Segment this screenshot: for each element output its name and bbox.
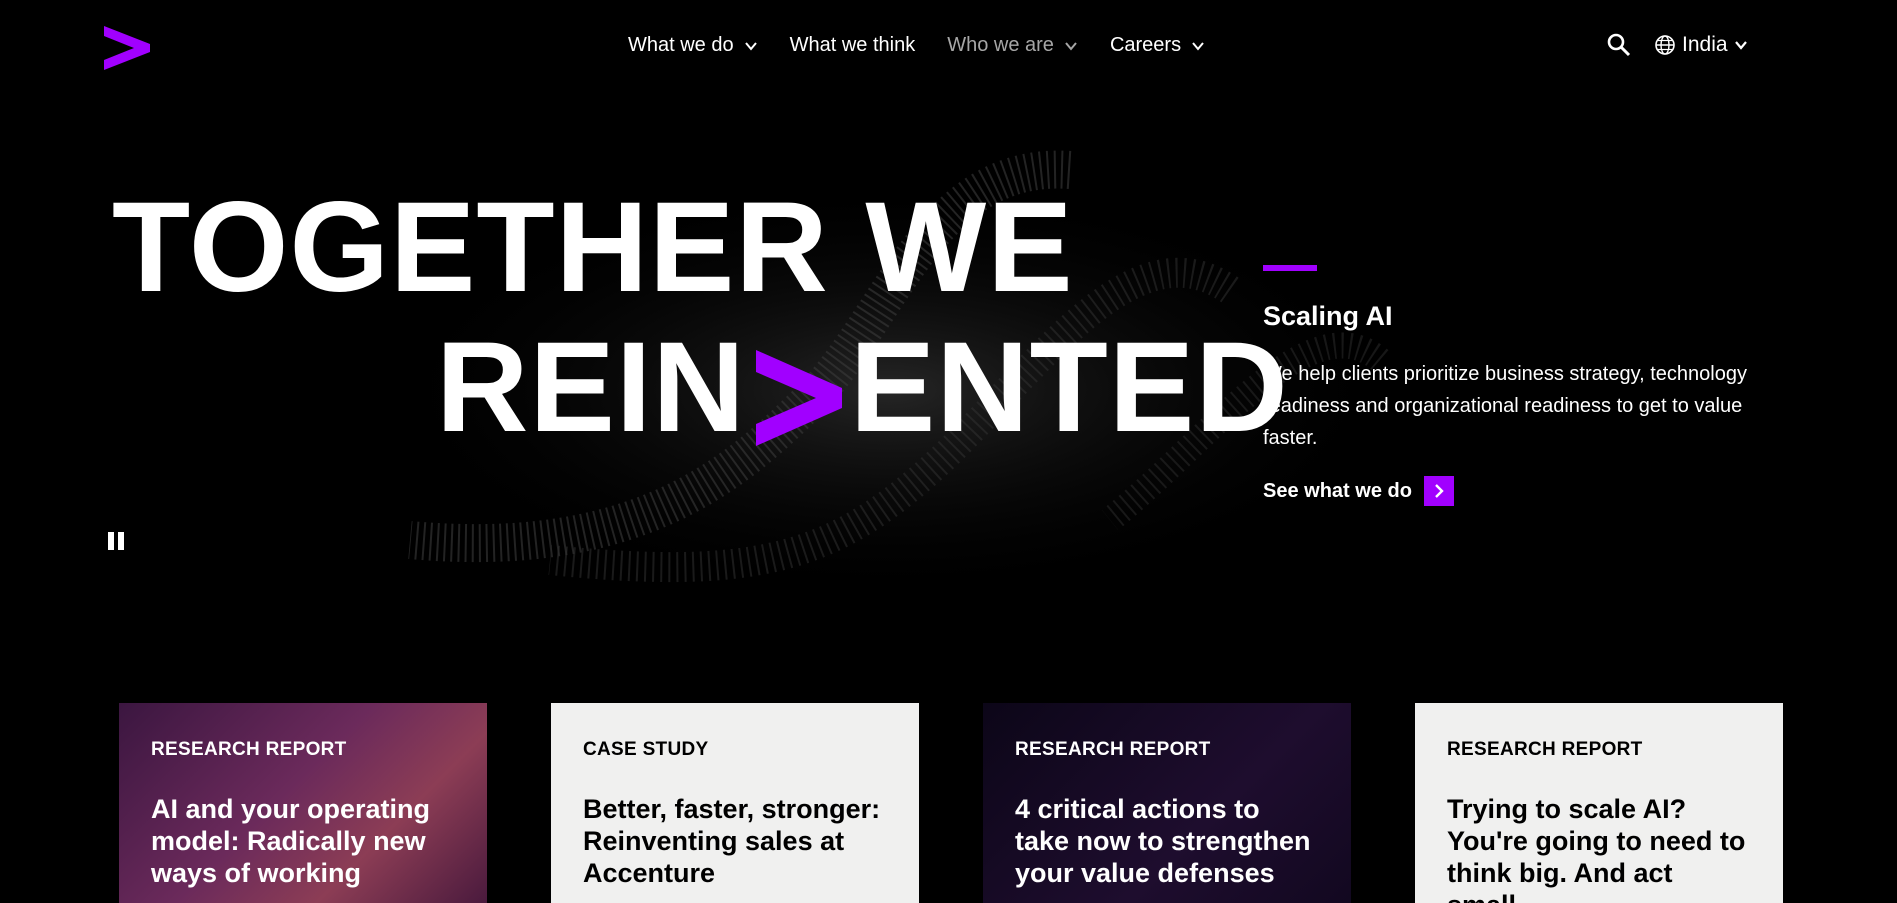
chevron-down-icon (1192, 41, 1204, 51)
card-tag: RESEARCH REPORT (1015, 739, 1211, 760)
pause-icon-bar (118, 532, 124, 550)
cta-label: See what we do (1263, 479, 1412, 502)
accenture-logo[interactable] (104, 26, 150, 70)
nav-item-what-we-do[interactable]: What we do (628, 34, 758, 57)
nav-item-who-we-are[interactable]: Who we are (947, 34, 1078, 57)
card-title: Trying to scale AI? You're going to need… (1447, 794, 1746, 903)
locale-label: India (1682, 33, 1728, 56)
feature-description: We help clients prioritize business stra… (1263, 363, 1747, 449)
card-title: 4 critical actions to take now to streng… (1015, 794, 1311, 888)
feature-title: Scaling AI (1263, 301, 1393, 331)
hero-feature: Scaling AI We help clients prioritize bu… (1263, 265, 1783, 506)
globe-icon (1655, 35, 1675, 55)
nav-item-label: What we think (789, 34, 916, 56)
chevron-down-icon (1065, 41, 1077, 51)
hero-headline-prefix: REIN (436, 316, 746, 459)
nav-item-label: What we do (628, 34, 734, 56)
content-cards: RESEARCH REPORT AI and your operating mo… (119, 703, 1847, 903)
card[interactable]: CASE STUDY Better, faster, stronger: Rei… (551, 703, 919, 903)
see-what-we-do-link[interactable]: See what we do (1263, 476, 1783, 506)
header-utilities: India (1606, 32, 1748, 58)
hero-headline-suffix: ENTED (849, 316, 1289, 459)
card[interactable]: RESEARCH REPORT AI and your operating mo… (119, 703, 487, 903)
card[interactable]: RESEARCH REPORT 4 critical actions to ta… (983, 703, 1351, 903)
pause-icon-bar (108, 532, 114, 550)
card-title: AI and your operating model: Radically n… (151, 794, 431, 888)
chevron-down-icon (744, 41, 757, 51)
locale-selector[interactable]: India (1654, 33, 1748, 57)
nav-item-careers[interactable]: Careers (1110, 34, 1205, 57)
card-tag: RESEARCH REPORT (1447, 739, 1643, 760)
card-tag: RESEARCH REPORT (151, 739, 347, 760)
main-nav: What we do What we think Who we are Care… (628, 34, 1237, 57)
nav-item-what-we-think[interactable]: What we think (790, 34, 916, 57)
nav-item-label: Careers (1109, 34, 1182, 56)
hero-headline-line2: REIN ENTED (436, 324, 1289, 452)
card-title: Better, faster, stronger: Reinventing sa… (583, 794, 881, 888)
card-tag: CASE STUDY (583, 739, 709, 760)
chevron-right-icon (1435, 484, 1444, 498)
nav-item-label: Who we are (947, 34, 1054, 56)
hero-headline-line1: TOGETHER WE (112, 176, 1074, 319)
pause-animation-button[interactable] (108, 532, 124, 550)
cta-arrow-button[interactable] (1423, 476, 1454, 506)
chevron-down-icon (1734, 41, 1747, 50)
accent-bar (1263, 265, 1317, 271)
card[interactable]: RESEARCH REPORT Trying to scale AI? You'… (1415, 703, 1783, 903)
accenture-gt-mark-icon (755, 350, 842, 446)
search-icon[interactable] (1606, 32, 1632, 58)
